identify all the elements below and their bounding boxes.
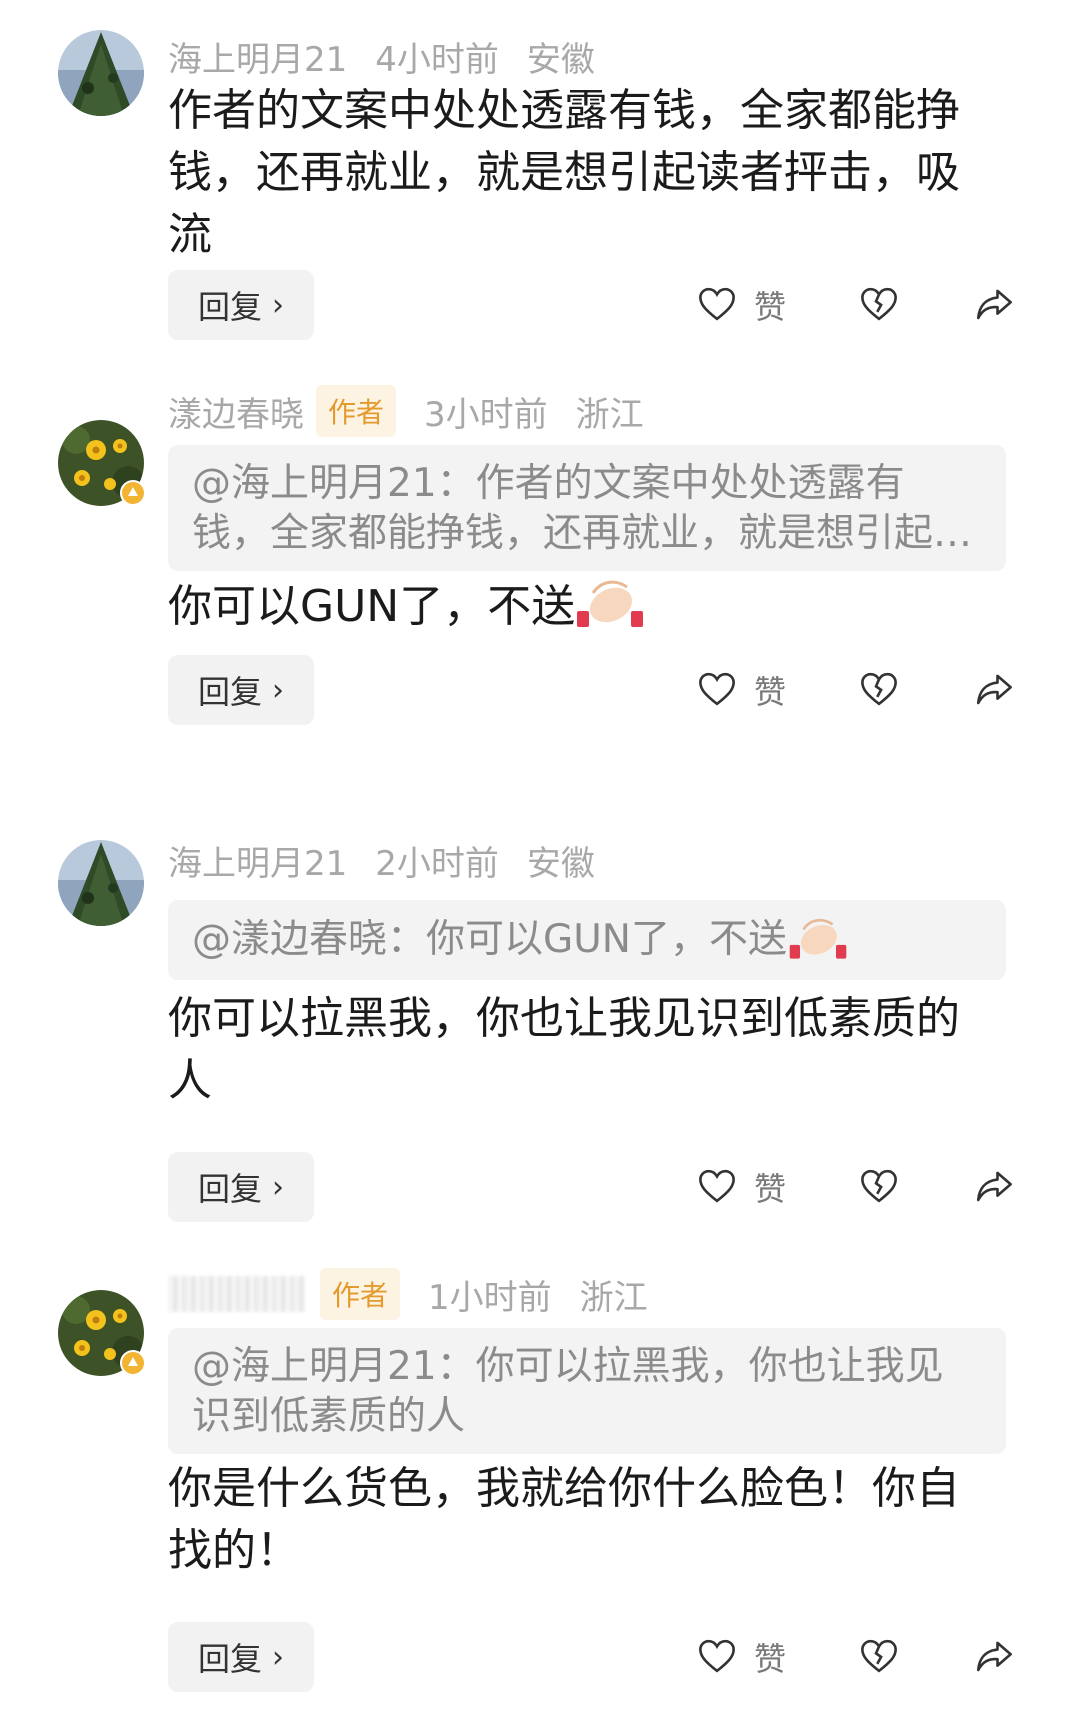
comment-text: 作者的文案中处处透露有钱，全家都能挣钱，还再就业，就是想引起读者抨击，吸流 (168, 85, 960, 260)
comment-text: 你可以拉黑我，你也让我见识到低素质的人 (168, 993, 960, 1106)
comment-text: 你可以GUN了，不送 (168, 575, 988, 638)
avatar[interactable] (58, 840, 144, 926)
comment-meta: 漾边春晓 作者 3小时前 浙江 (168, 385, 644, 437)
comment-text-content: 你可以GUN了，不送 (168, 581, 576, 632)
timestamp: 3小时前 (424, 394, 548, 435)
location: 安徽 (526, 843, 595, 884)
quote-text: @海上明月21：你可以拉黑我，你也让我见识到低素质的人 (192, 1344, 944, 1439)
broken-heart-icon[interactable] (858, 668, 900, 710)
quoted-comment[interactable]: @海上明月21：作者的文案中处处透露有钱，全家都能挣钱，还再就业，就是想引起读者… (168, 445, 1006, 571)
comment-actions: 赞 (0, 1152, 1084, 1222)
location: 安徽 (526, 39, 595, 80)
author-badge: 作者 (316, 385, 397, 437)
username[interactable]: 海上明月21 (168, 836, 347, 885)
share-icon[interactable] (972, 283, 1016, 325)
verified-badge-icon (120, 1350, 146, 1376)
like-label[interactable]: 赞 (754, 1164, 786, 1210)
comment-meta: 海上明月21 4小时前 安徽 (168, 30, 595, 82)
quoted-comment[interactable]: @漾边春晓：你可以GUN了，不送 (168, 900, 1006, 980)
timestamp: 2小时前 (375, 843, 499, 884)
timestamp: 4小时前 (375, 39, 499, 80)
quote-text: @海上明月21：作者的文案中处处透露有钱，全家都能挣钱，还再就业，就是想引起读者… (192, 461, 973, 556)
verified-badge-icon (120, 480, 146, 506)
username[interactable]: 漾边春晓 (168, 387, 304, 436)
like-label[interactable]: 赞 (754, 1634, 786, 1680)
share-icon[interactable] (972, 668, 1016, 710)
avatar[interactable] (58, 420, 146, 506)
timestamp: 1小时前 (428, 1277, 552, 1318)
blurred-username[interactable] (168, 1276, 306, 1312)
author-badge: 作者 (320, 1268, 401, 1320)
comment-meta: 海上明月21 2小时前 安徽 (168, 834, 595, 886)
avatar[interactable] (58, 1290, 146, 1376)
quoted-comment[interactable]: @海上明月21：你可以拉黑我，你也让我见识到低素质的人 (168, 1328, 1006, 1454)
heart-icon[interactable] (696, 1635, 738, 1677)
username[interactable]: 海上明月21 (168, 32, 347, 81)
location: 浙江 (575, 394, 644, 435)
broken-heart-icon[interactable] (858, 1165, 900, 1207)
avatar[interactable] (58, 30, 144, 116)
share-icon[interactable] (972, 1635, 1016, 1677)
wave-hand-emoji (789, 918, 847, 959)
broken-heart-icon[interactable] (858, 283, 900, 325)
heart-icon[interactable] (696, 668, 738, 710)
like-label[interactable]: 赞 (754, 667, 786, 713)
wave-hand-emoji (577, 580, 644, 627)
comment-actions: 赞 (0, 270, 1084, 340)
quote-text-content: @漾边春晓：你可以GUN了，不送 (192, 917, 787, 962)
location: 浙江 (579, 1277, 648, 1318)
heart-icon[interactable] (696, 1165, 738, 1207)
comment-meta: 作者 1小时前 浙江 (168, 1268, 648, 1320)
heart-icon[interactable] (696, 283, 738, 325)
like-label[interactable]: 赞 (754, 282, 786, 328)
share-icon[interactable] (972, 1165, 1016, 1207)
comment-actions: 赞 (0, 655, 1084, 725)
quote-text: @漾边春晓：你可以GUN了，不送 (192, 914, 982, 965)
comment-text: 你是什么货色，我就给你什么脸色！你自找的！ (168, 1463, 960, 1576)
comment-actions: 赞 (0, 1622, 1084, 1692)
broken-heart-icon[interactable] (858, 1635, 900, 1677)
